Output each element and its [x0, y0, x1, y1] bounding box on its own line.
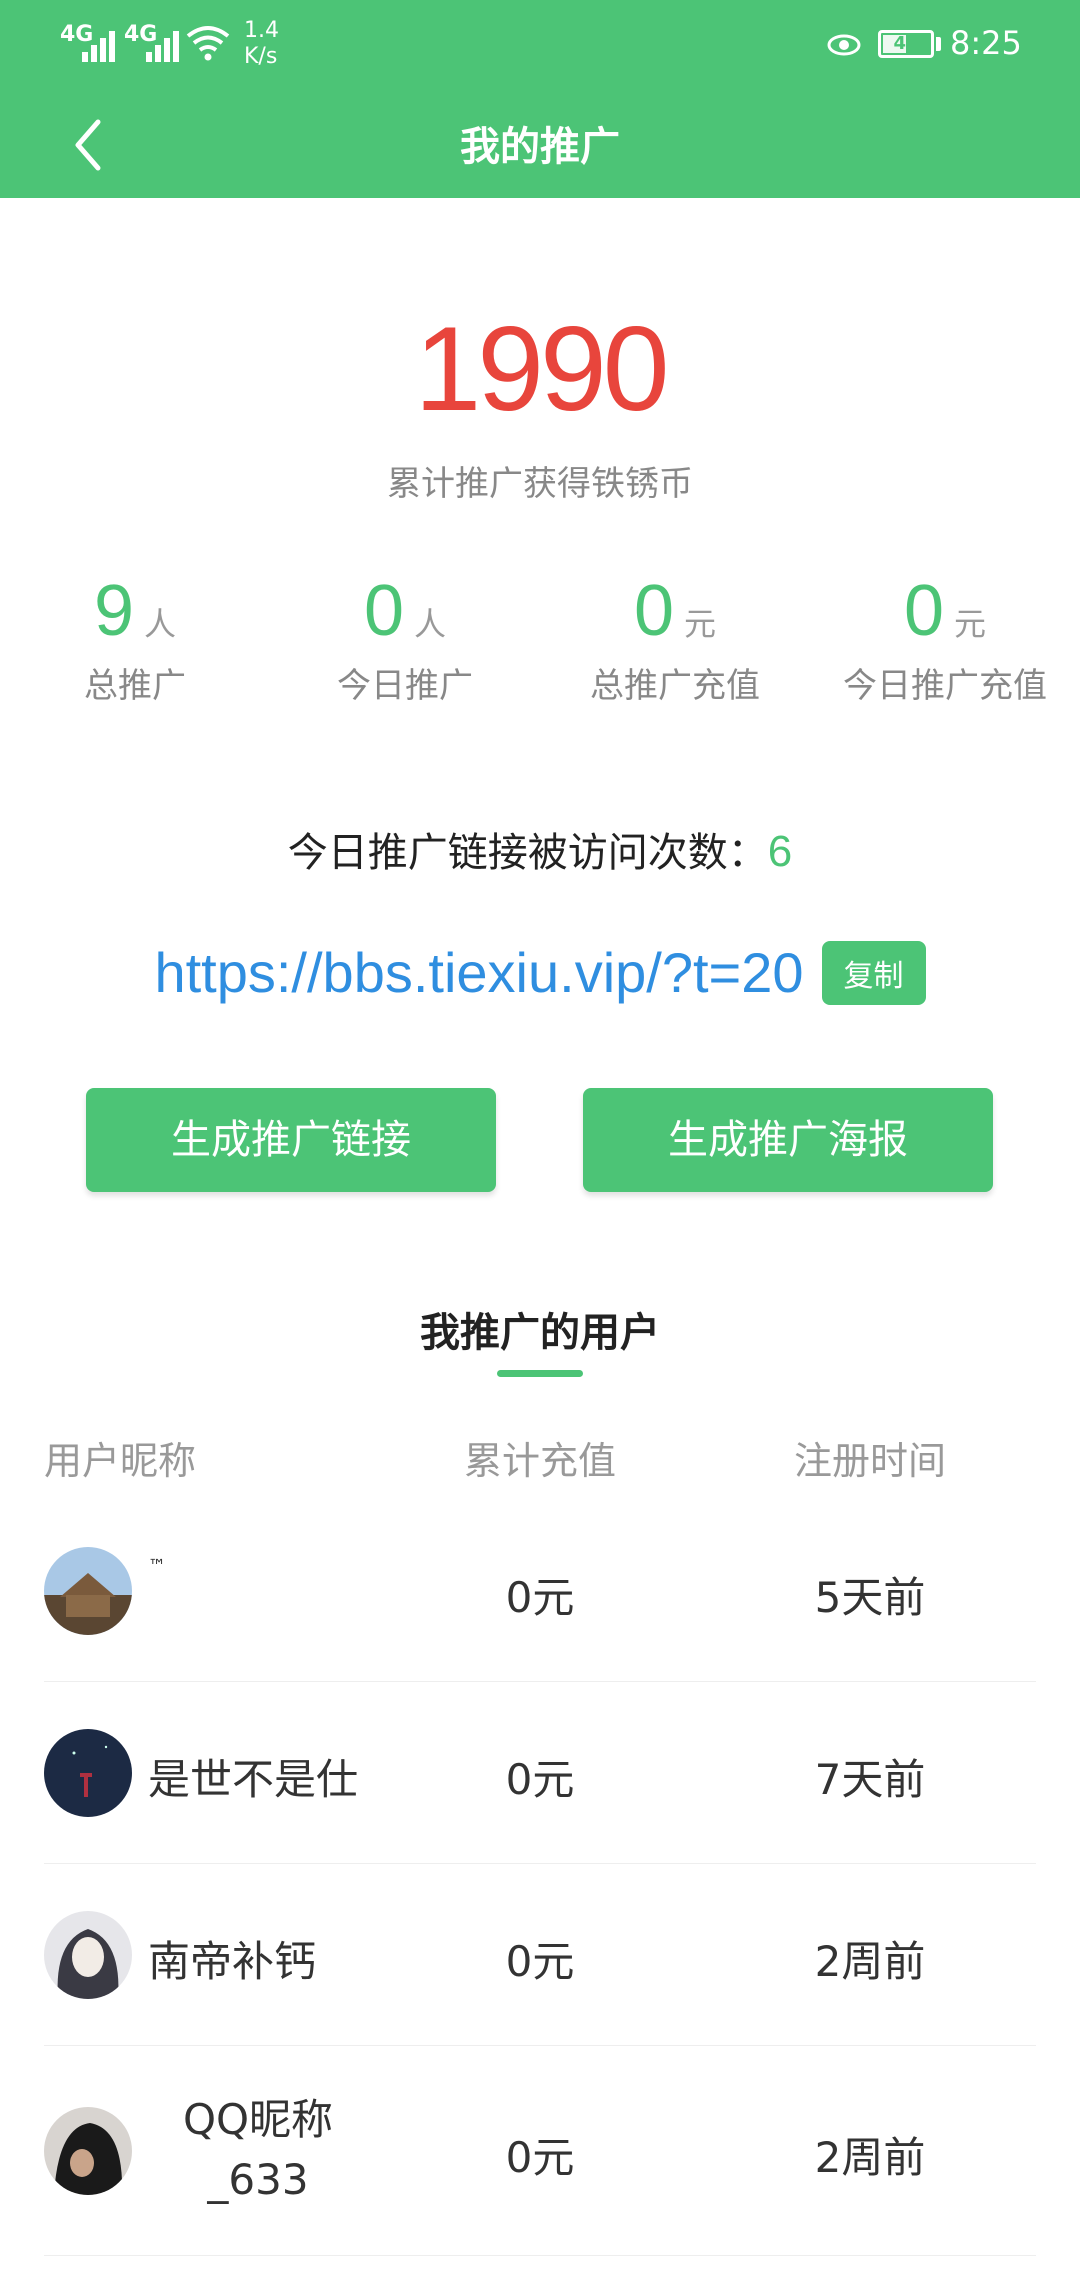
stat-total-recharge: 0元 总推广充值	[540, 570, 810, 707]
user-recharge: 0元	[505, 2133, 575, 2182]
active-tab-indicator	[497, 1370, 583, 1377]
total-coins-value: 1990	[414, 302, 670, 436]
stat-unit: 元	[954, 605, 987, 643]
table-row[interactable]: 是世不是仕 0元 7天前	[0, 1682, 1080, 1864]
stat-value: 9	[93, 571, 135, 651]
avatar	[44, 1547, 132, 1635]
row-divider	[44, 2255, 1036, 2256]
user-nickname: QQ昵称_633	[182, 2095, 334, 2204]
avatar	[44, 1729, 132, 1817]
user-recharge: 0元	[505, 1937, 575, 1986]
eye-comfort-icon	[827, 34, 861, 56]
stat-label: 今日推广充值	[843, 666, 1047, 706]
user-nickname: 南帝补钙	[148, 1937, 317, 1986]
table-header: 用户昵称 累计充值 注册时间	[0, 1420, 1080, 1490]
user-nickname: ™	[148, 1556, 166, 1577]
network-speed: 1.4 K/s	[244, 18, 279, 69]
referred-users-title[interactable]: 我推广的用户	[0, 1300, 1080, 1358]
page-title: 我的推广	[460, 124, 620, 170]
column-header-registered: 注册时间	[793, 1439, 946, 1483]
table-row[interactable]: ™ 0元 5天前	[0, 1500, 1080, 1682]
column-header-nickname: 用户昵称	[44, 1439, 197, 1483]
user-registered: 2周前	[814, 2133, 926, 2182]
stat-unit: 元	[684, 605, 717, 643]
stat-value: 0	[363, 571, 405, 651]
visit-count-label: 今日推广链接被访问次数：	[287, 830, 768, 876]
referral-link[interactable]: https://bbs.tiexiu.vip/?t=20	[154, 940, 803, 1005]
visit-count-line: 今日推广链接被访问次数：6	[0, 820, 1080, 878]
clock: 8:25	[950, 24, 1022, 62]
stat-today-recharge: 0元 今日推广充值	[810, 570, 1080, 707]
top-bar: 4G 4G 1.4 K/s 41 8:25 我的推广	[0, 0, 1080, 198]
avatar	[44, 2107, 132, 2195]
stat-today-referrals: 0人 今日推广	[270, 570, 540, 707]
referral-link-row: https://bbs.tiexiu.vip/?t=20 复制	[0, 940, 1080, 1020]
stat-value: 0	[903, 571, 945, 651]
header: 我的推广	[0, 90, 1080, 198]
battery-icon: 41	[878, 30, 934, 58]
table-row[interactable]: 南帝补钙 0元 2周前	[0, 1864, 1080, 2046]
signal-icon	[146, 26, 190, 62]
stat-unit: 人	[414, 605, 447, 643]
user-nickname: 是世不是仕	[148, 1755, 359, 1804]
user-recharge: 0元	[505, 1755, 575, 1804]
visit-count-value: 6	[767, 827, 793, 876]
user-registered: 5天前	[814, 1573, 926, 1622]
total-coins-label: 累计推广获得铁锈币	[387, 464, 693, 504]
avatar	[44, 1911, 132, 1999]
status-bar: 4G 4G 1.4 K/s 41 8:25	[0, 0, 1080, 90]
stat-label: 总推广充值	[590, 666, 760, 706]
user-registered: 7天前	[814, 1755, 926, 1804]
copy-button[interactable]: 复制	[821, 940, 926, 1005]
generate-link-button[interactable]: 生成推广链接	[86, 1088, 496, 1192]
table-row[interactable]: QQ昵称_633 0元 2周前	[0, 2046, 1080, 2256]
stat-unit: 人	[144, 605, 177, 643]
column-header-recharge: 累计充值	[463, 1439, 616, 1483]
referred-users-list: ™ 0元 5天前 是世不是仕 0元 7天前 南帝补钙 0元 2周前 QQ昵称_6…	[0, 1500, 1080, 2256]
user-registered: 2周前	[814, 1937, 926, 1986]
signal-icon	[82, 26, 126, 62]
stat-total-referrals: 9人 总推广	[0, 570, 270, 707]
stats-row: 9人 总推广 0人 今日推广 0元 总推广充值 0元 今日推广充值	[0, 570, 1080, 720]
generate-poster-button[interactable]: 生成推广海报	[583, 1088, 993, 1192]
stat-value: 0	[633, 571, 675, 651]
battery-tip	[936, 37, 941, 51]
stat-label: 总推广	[84, 666, 186, 706]
wifi-icon	[186, 26, 230, 61]
stat-label: 今日推广	[337, 666, 473, 706]
user-recharge: 0元	[505, 1573, 575, 1622]
